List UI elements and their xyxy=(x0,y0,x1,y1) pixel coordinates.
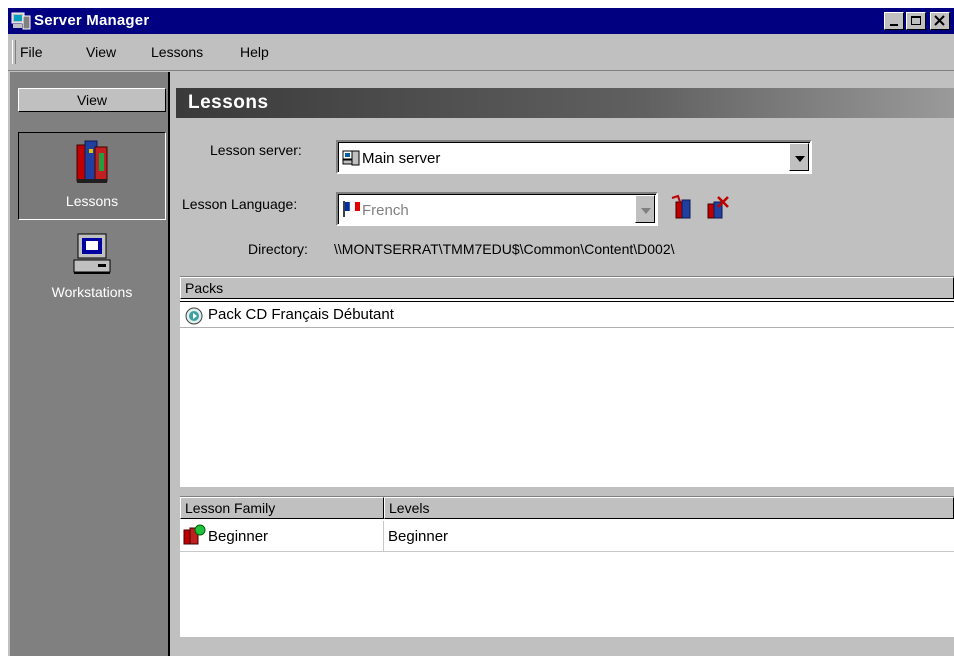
close-button[interactable] xyxy=(930,12,950,30)
table-row[interactable]: Beginner Beginner xyxy=(180,521,954,551)
lesson-server-value: Main server xyxy=(362,150,441,167)
lesson-server-select[interactable]: Main server xyxy=(336,140,812,174)
levels-column-header[interactable]: Levels xyxy=(384,497,954,519)
computer-icon xyxy=(73,233,111,274)
add-language-icon[interactable] xyxy=(670,194,696,222)
french-flag-icon xyxy=(343,201,360,217)
menu-view[interactable]: View xyxy=(86,44,116,60)
maximize-icon xyxy=(911,16,921,25)
books-icon xyxy=(76,140,108,183)
lesson-family-icon xyxy=(183,524,206,545)
close-icon xyxy=(934,15,945,26)
menu-help[interactable]: Help xyxy=(240,44,269,60)
page-title: Lessons xyxy=(176,88,954,118)
server-manager-app-icon xyxy=(11,12,31,30)
lesson-server-label: Lesson server: xyxy=(210,142,302,158)
lesson-family-table: Lesson Family Levels Beginner Beginner xyxy=(180,496,954,637)
chevron-down-icon[interactable] xyxy=(789,143,809,171)
title-bar[interactable]: Server Manager xyxy=(8,8,954,34)
minimize-button[interactable] xyxy=(884,12,904,30)
menu-grip[interactable] xyxy=(12,40,16,64)
view-sidebar: View Lessons Workstations xyxy=(10,72,170,656)
directory-path: \\MONTSERRAT\TMM7EDU$\Common\Content\D00… xyxy=(334,241,675,257)
list-item[interactable]: Pack CD Français Débutant xyxy=(180,303,954,327)
chevron-down-icon[interactable] xyxy=(635,195,655,223)
sidebar-header[interactable]: View xyxy=(18,88,166,112)
menu-lessons[interactable]: Lessons xyxy=(151,44,203,60)
window-title: Server Manager xyxy=(34,12,150,29)
packs-column-header[interactable]: Packs xyxy=(180,277,954,299)
lesson-language-select[interactable]: French xyxy=(336,192,658,226)
lesson-family-cell: Beginner xyxy=(208,528,269,545)
sidebar-item-lessons[interactable]: Lessons xyxy=(18,132,166,220)
packs-list: Packs Pack CD Français Débutant xyxy=(180,276,954,487)
server-icon xyxy=(342,150,360,166)
sidebar-item-label: Lessons xyxy=(65,193,119,209)
remove-language-icon[interactable] xyxy=(704,194,730,222)
menu-file[interactable]: File xyxy=(20,44,43,60)
sidebar-item-workstations[interactable]: Workstations xyxy=(18,226,166,314)
lesson-language-value: French xyxy=(362,202,409,219)
sidebar-item-label: Workstations xyxy=(51,284,133,300)
lesson-family-column-header[interactable]: Lesson Family xyxy=(180,497,384,519)
server-manager-window: Server Manager File View Lessons Help Vi… xyxy=(8,8,954,656)
lesson-language-label: Lesson Language: xyxy=(182,196,298,212)
menu-bar: File View Lessons Help xyxy=(8,34,954,71)
pack-name: Pack CD Français Débutant xyxy=(208,306,394,323)
minimize-icon xyxy=(890,24,898,26)
main-content: Lessons Lesson server: Main server Lesso… xyxy=(176,88,954,656)
maximize-button[interactable] xyxy=(906,12,926,30)
directory-label: Directory: xyxy=(248,241,308,257)
cd-icon xyxy=(185,307,203,325)
levels-cell: Beginner xyxy=(388,528,449,545)
